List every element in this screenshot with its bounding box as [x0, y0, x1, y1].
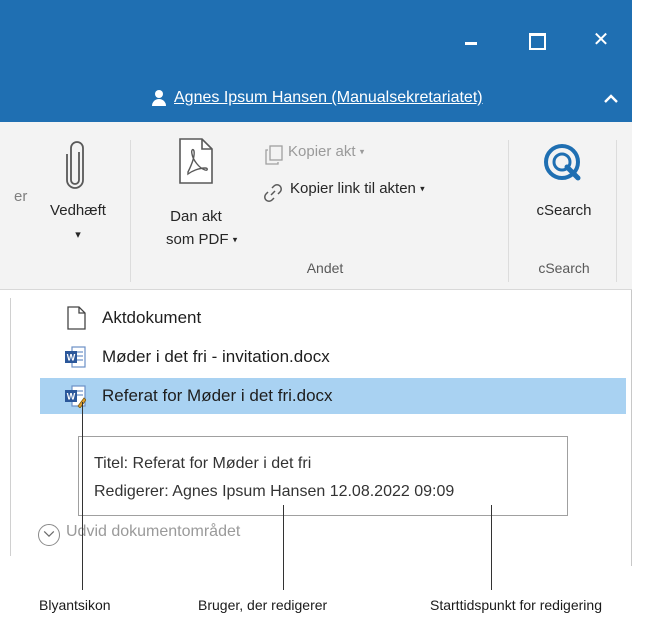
callout-line-user: [283, 505, 284, 590]
dan-akt-pdf-button[interactable]: Dan akt som PDF ▾: [148, 132, 244, 258]
csearch-icon: [544, 144, 581, 181]
kopier-link-label: Kopier link til akten ▾: [290, 180, 425, 197]
partial-ribbon-label: er: [14, 188, 28, 205]
title-bar: ✕: [0, 0, 632, 78]
group-label-csearch: cSearch: [538, 260, 590, 276]
callout-label-start-time: Starttidspunkt for redigering: [430, 597, 602, 613]
right-border: [631, 290, 632, 566]
close-button[interactable]: ✕: [589, 28, 613, 52]
tooltip-editor: Redigerer: Agnes Ipsum Hansen 12.08.2022…: [94, 483, 455, 500]
dan-akt-label: Dan akt: [170, 208, 222, 225]
callout-line-pencil: [82, 402, 83, 590]
copy-document-icon: [265, 145, 283, 165]
user-icon: [152, 90, 166, 106]
csearch-label: cSearch: [536, 202, 592, 219]
svg-text:W: W: [67, 353, 76, 363]
document-label: Aktdokument: [102, 308, 202, 327]
attach-dropdown-icon: ▾: [75, 229, 81, 241]
callout-line-start-time: [491, 505, 492, 590]
kopier-akt-button[interactable]: Kopier akt ▾: [262, 142, 392, 166]
close-icon: ✕: [592, 29, 610, 51]
document-tooltip: Titel: Referat for Møder i det fri Redig…: [78, 436, 568, 516]
paperclip-icon: [66, 141, 84, 189]
link-icon: [264, 184, 282, 202]
minimize-button[interactable]: [459, 28, 483, 52]
ribbon: er Vedhæft ▾ Dan akt som PDF ▾ Kopier ak…: [0, 122, 632, 290]
list-item-aktdokument[interactable]: Aktdokument: [40, 300, 626, 336]
pdf-document-icon: [179, 138, 213, 184]
word-document-icon: W: [65, 346, 86, 368]
kopier-link-dropdown-icon: ▾: [420, 183, 425, 194]
kopier-akt-dropdown-icon: ▾: [359, 146, 365, 157]
kopier-akt-label: Kopier akt ▾: [288, 143, 365, 160]
user-name-link[interactable]: Agnes Ipsum Hansen (Manualsekretariatet): [174, 89, 483, 107]
kopier-link-button[interactable]: Kopier link til akten ▾: [262, 178, 502, 204]
document-label: Møder i det fri - invitation.docx: [102, 347, 330, 366]
tooltip-title: Titel: Referat for Møder i det fri: [94, 455, 312, 472]
group-label-andet: Andet: [306, 260, 344, 276]
ribbon-separator: [508, 140, 509, 282]
blank-document-icon: [67, 306, 86, 330]
chevron-down-circle-icon[interactable]: [38, 524, 60, 546]
csearch-button[interactable]: cSearch: [516, 132, 612, 232]
ribbon-separator: [130, 140, 131, 282]
user-bar: Agnes Ipsum Hansen (Manualsekretariatet): [0, 78, 632, 122]
callout-label-user: Bruger, der redigerer: [198, 597, 328, 613]
list-item-invitation[interactable]: W Møder i det fri - invitation.docx: [40, 339, 626, 375]
attach-button[interactable]: Vedhæft ▾: [34, 132, 122, 252]
chevron-up-icon[interactable]: [604, 92, 618, 106]
left-border: [10, 298, 11, 556]
svg-text:W: W: [67, 392, 76, 402]
maximize-button[interactable]: [524, 28, 548, 52]
callout-label-pencil: Blyantsikon: [39, 597, 111, 613]
dan-akt-dropdown-icon: ▾: [232, 234, 238, 245]
ribbon-separator: [616, 140, 617, 282]
document-label: Referat for Møder i det fri.docx: [102, 386, 333, 405]
expand-label: Udvid dokumentområdet: [66, 523, 241, 540]
dan-akt-label-line2: som PDF ▾: [166, 231, 238, 248]
attach-label: Vedhæft: [50, 202, 106, 219]
list-item-referat[interactable]: W Referat for Møder i det fri.docx: [40, 378, 626, 414]
